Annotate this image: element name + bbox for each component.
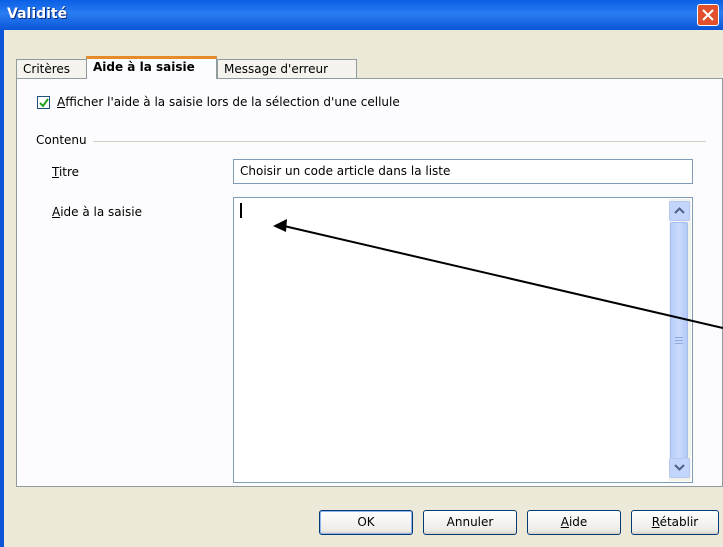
help-button-accel: A [560, 515, 569, 529]
reset-button-text: établir [659, 515, 699, 529]
annotation-arrow-line [283, 225, 723, 329]
help-button[interactable]: Aide [527, 510, 621, 535]
cancel-button[interactable]: Annuler [423, 510, 517, 535]
annotation-arrow [273, 219, 723, 329]
help-button-text: ide [568, 515, 588, 529]
reset-button[interactable]: Rétablir [631, 510, 719, 535]
tab-aide-saisie[interactable]: Aide à la saisie [86, 56, 217, 79]
reset-button-accel: R [651, 515, 660, 529]
ok-button[interactable]: OK [319, 510, 413, 535]
